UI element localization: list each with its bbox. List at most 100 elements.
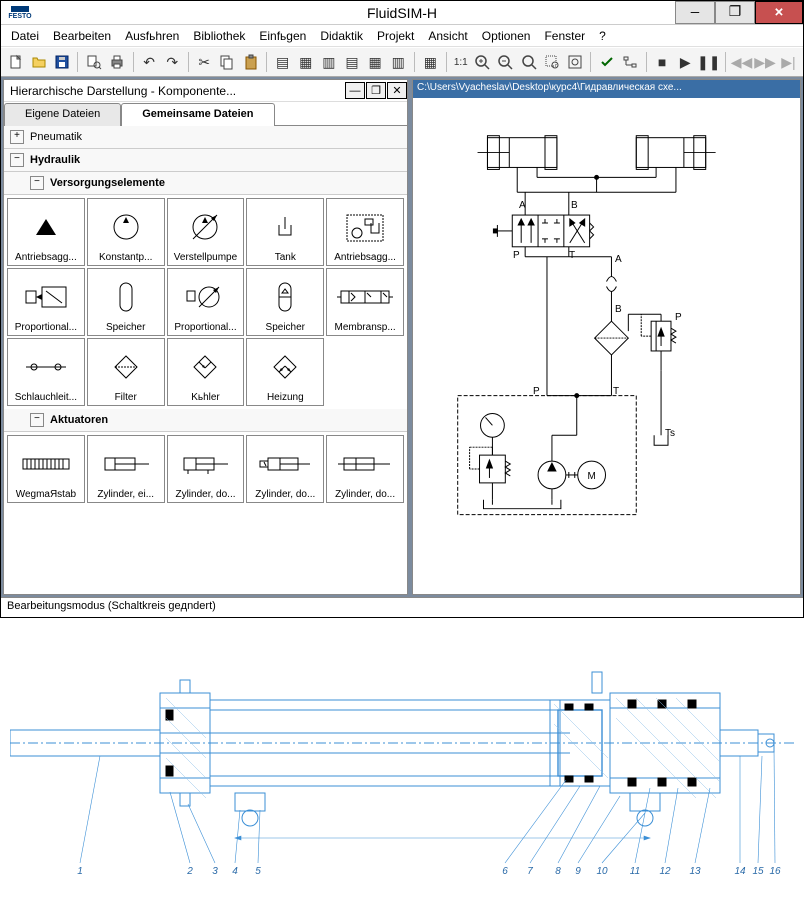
- library-titlebar: Hierarchische Darstellung - Komponente..…: [4, 80, 407, 102]
- preview-icon[interactable]: [83, 51, 104, 73]
- component-label: Antriebsagg...: [10, 252, 82, 263]
- component-tank[interactable]: Tank: [246, 198, 324, 266]
- paste-icon[interactable]: [240, 51, 261, 73]
- save-icon[interactable]: [51, 51, 72, 73]
- zoom-in-icon[interactable]: [472, 51, 493, 73]
- grid-icon[interactable]: ▦: [420, 51, 441, 73]
- close-button[interactable]: ✕: [755, 1, 803, 24]
- component-zylinder-do2[interactable]: Zylinder, do...: [246, 435, 324, 503]
- label-a2: A: [615, 254, 622, 265]
- skip-icon[interactable]: ▶|: [778, 51, 799, 73]
- component-membransp[interactable]: Membransp...: [326, 268, 404, 336]
- panel-min-button[interactable]: —: [345, 82, 365, 99]
- cut-icon[interactable]: ✂: [194, 51, 215, 73]
- align-left-icon[interactable]: ▤: [272, 51, 293, 73]
- category-label: Versorgungselemente: [50, 177, 165, 189]
- component-wegmass[interactable]: WegmaЯstab: [7, 435, 85, 503]
- component-schlauch[interactable]: Schlauchleit...: [7, 338, 85, 406]
- menubar: Datei Bearbeiten Ausfьhren Bibliothek Ei…: [1, 25, 803, 47]
- menu-ausfuhren[interactable]: Ausfьhren: [119, 27, 185, 45]
- cylinder-drawing: 1 2345 678910 111213 141516: [10, 638, 794, 878]
- redo-icon[interactable]: ↷: [162, 51, 183, 73]
- zoom-page-icon[interactable]: [564, 51, 585, 73]
- zoom-out-icon[interactable]: [495, 51, 516, 73]
- svg-text:4: 4: [232, 866, 238, 877]
- component-antriebsagg[interactable]: Antriebsagg...: [7, 198, 85, 266]
- component-heizung[interactable]: Heizung: [246, 338, 324, 406]
- ratio-label: 1:1: [452, 51, 470, 73]
- collapse-minus-icon[interactable]: −: [30, 413, 44, 427]
- component-antriebsagg2[interactable]: Antriebsagg...: [326, 198, 404, 266]
- step-back-icon[interactable]: ◀◀: [731, 51, 753, 73]
- svg-text:M: M: [587, 471, 595, 482]
- library-panel: Hierarchische Darstellung - Komponente..…: [3, 79, 408, 595]
- play-icon[interactable]: ▶: [675, 51, 696, 73]
- label-a1: A: [519, 200, 526, 211]
- component-zylinder-do3[interactable]: Zylinder, do...: [326, 435, 404, 503]
- canvas-area[interactable]: M A B P T A B P P T Ts: [413, 98, 800, 594]
- component-zylinder-ei[interactable]: Zylinder, ei...: [87, 435, 165, 503]
- app-title: FluidSIM-H: [367, 5, 437, 21]
- component-speicher2[interactable]: Speicher: [246, 268, 324, 336]
- component-filter[interactable]: Filter: [87, 338, 165, 406]
- diagram-icon[interactable]: [619, 51, 640, 73]
- print-icon[interactable]: [106, 51, 127, 73]
- svg-text:16: 16: [769, 866, 781, 877]
- library-tabs: Eigene Dateien Gemeinsame Dateien: [4, 102, 407, 126]
- collapse-minus-icon[interactable]: −: [10, 153, 24, 167]
- component-verstellpumpe[interactable]: Verstellpumpe: [167, 198, 245, 266]
- stop-icon[interactable]: ■: [652, 51, 673, 73]
- component-zylinder-do1[interactable]: Zylinder, do...: [167, 435, 245, 503]
- palette-aktuatoren: WegmaЯstab Zylinder, ei... Zylinder, do.…: [4, 432, 407, 506]
- svg-text:7: 7: [527, 866, 533, 877]
- align-top-icon[interactable]: ▤: [341, 51, 362, 73]
- new-file-icon[interactable]: [5, 51, 26, 73]
- palette-versorgung: Antriebsagg... Konstantp... Verstellpump…: [4, 195, 407, 409]
- component-proportional1[interactable]: Proportional...: [7, 268, 85, 336]
- align-middle-icon[interactable]: ▦: [365, 51, 386, 73]
- pause-icon[interactable]: ❚❚: [698, 51, 720, 73]
- category-label: Pneumatik: [30, 131, 82, 143]
- maximize-button[interactable]: ❐: [715, 1, 755, 24]
- expand-plus-icon[interactable]: +: [10, 130, 24, 144]
- menu-datei[interactable]: Datei: [5, 27, 45, 45]
- category-aktuatoren[interactable]: − Aktuatoren: [4, 409, 407, 432]
- minimize-button[interactable]: —: [675, 1, 715, 24]
- tab-shared-files[interactable]: Gemeinsame Dateien: [121, 103, 274, 126]
- menu-bibliothek[interactable]: Bibliothek: [187, 27, 251, 45]
- align-bottom-icon[interactable]: ▥: [388, 51, 409, 73]
- menu-einfugen[interactable]: Einfьgen: [253, 27, 312, 45]
- zoom-window-icon[interactable]: [541, 51, 562, 73]
- align-center-icon[interactable]: ▦: [295, 51, 316, 73]
- tab-own-files[interactable]: Eigene Dateien: [4, 103, 121, 126]
- menu-bearbeiten[interactable]: Bearbeiten: [47, 27, 117, 45]
- component-proportional2[interactable]: Proportional...: [167, 268, 245, 336]
- svg-text:11: 11: [630, 866, 640, 877]
- label-t1: T: [569, 250, 575, 261]
- category-versorgung[interactable]: − Versorgungselemente: [4, 172, 407, 195]
- component-label: Kьhler: [170, 392, 242, 403]
- align-right-icon[interactable]: ▥: [318, 51, 339, 73]
- zoom-fit-icon[interactable]: [518, 51, 539, 73]
- menu-optionen[interactable]: Optionen: [476, 27, 537, 45]
- menu-fenster[interactable]: Fenster: [538, 27, 591, 45]
- status-bar: Bearbeitungsmodus (Schaltkreis geдndert): [1, 597, 803, 617]
- label-ts: Ts: [665, 428, 675, 439]
- collapse-minus-icon[interactable]: −: [30, 176, 44, 190]
- menu-help[interactable]: ?: [593, 27, 612, 45]
- menu-projekt[interactable]: Projekt: [371, 27, 420, 45]
- panel-max-button[interactable]: ❐: [366, 82, 386, 99]
- open-file-icon[interactable]: [28, 51, 49, 73]
- component-kuhler[interactable]: Kьhler: [167, 338, 245, 406]
- category-pneumatik[interactable]: + Pneumatik: [4, 126, 407, 149]
- component-speicher1[interactable]: Speicher: [87, 268, 165, 336]
- menu-didaktik[interactable]: Didaktik: [314, 27, 369, 45]
- undo-icon[interactable]: ↶: [139, 51, 160, 73]
- component-konstantpumpe[interactable]: Konstantp...: [87, 198, 165, 266]
- menu-ansicht[interactable]: Ansicht: [422, 27, 473, 45]
- step-fwd-icon[interactable]: ▶▶: [754, 51, 776, 73]
- check-icon[interactable]: [596, 51, 617, 73]
- category-hydraulik[interactable]: − Hydraulik: [4, 149, 407, 172]
- panel-close-button[interactable]: ✕: [387, 82, 407, 99]
- copy-icon[interactable]: [217, 51, 238, 73]
